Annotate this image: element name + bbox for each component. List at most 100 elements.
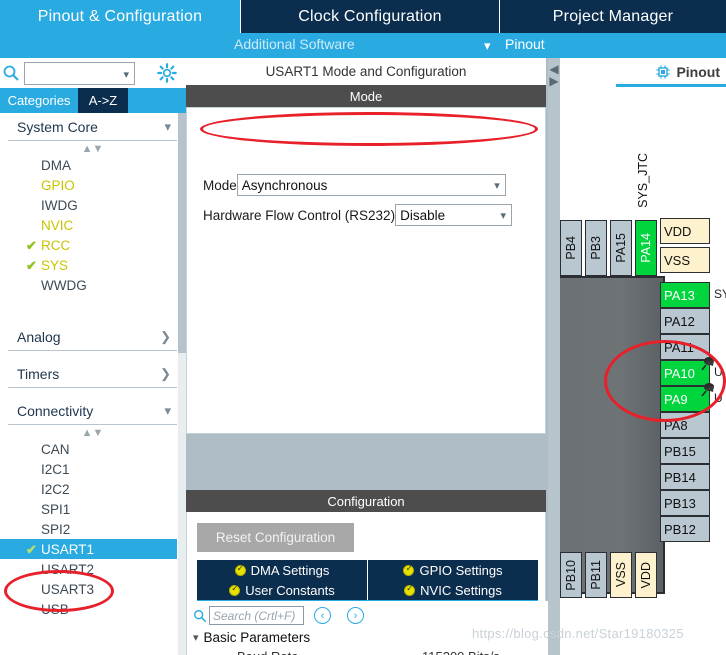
check-icon: ✔ (26, 542, 37, 557)
pin-signal-pa9: U (714, 391, 723, 405)
sidebar-group-header[interactable]: Timers ❯ (8, 360, 177, 388)
tab-categories-label: Categories (7, 93, 71, 108)
sidebar-item-label: SPI2 (41, 521, 71, 537)
check-badge-icon (404, 583, 416, 596)
pin-label: PB11 (589, 560, 603, 590)
sidebar-item-nvic[interactable]: NVIC (8, 215, 177, 235)
reset-configuration-button[interactable]: Reset Configuration (197, 523, 354, 552)
tab-user-constants-label: User Constants (245, 582, 335, 598)
tab-project-manager[interactable]: Project Manager (500, 0, 726, 33)
sidebar-item-usart2[interactable]: USART2 (8, 559, 177, 579)
panel-splitter[interactable]: ◀ ▶ (548, 58, 560, 655)
sidebar-item-usart3[interactable]: USART3 (8, 579, 177, 599)
additional-software-button[interactable]: Additional Software (234, 36, 355, 52)
pin-label: PA8 (664, 417, 688, 433)
param-group-basic-parameters[interactable]: ▾ Basic Parameters (193, 630, 310, 645)
chip-body: x (560, 276, 665, 594)
pin-pa15[interactable]: PA15 (610, 220, 632, 276)
tab-gpio-settings[interactable]: GPIO Settings (368, 560, 538, 580)
pin-label: VDD (664, 223, 692, 239)
pin-vdd-right[interactable]: VDD (660, 218, 710, 244)
sidebar-item-i2c1[interactable]: I2C1 (8, 459, 177, 479)
sidebar-item-iwdg[interactable]: IWDG (8, 195, 177, 215)
hardware-flow-control-dropdown[interactable]: Disable ▾ (395, 204, 513, 226)
param-row-baud-rate-name[interactable]: Baud Rate (237, 649, 298, 655)
pinout-tab-underline (616, 84, 726, 87)
pin-label: PB4 (564, 236, 578, 260)
tab-user-constants[interactable]: User Constants (197, 580, 368, 600)
sidebar-item-dma[interactable]: DMA (8, 155, 177, 175)
sidebar-group-system-core: System Core ▾ ▲▼ DMA GPIO IWDG NVIC ✔ RC… (8, 113, 177, 295)
pin-signal-pa10: U (714, 365, 723, 379)
pin-pa14[interactable]: PA14 (635, 220, 657, 276)
pin-pb3[interactable]: PB3 (585, 220, 607, 276)
sidebar-item-label: SYS (41, 257, 69, 273)
sidebar-group-header[interactable]: Analog ❯ (8, 323, 177, 351)
sidebar-item-label: DMA (41, 157, 71, 173)
check-badge-icon (229, 583, 241, 596)
pinout-view-tab[interactable]: Pinout (649, 60, 726, 84)
sidebar-group-header[interactable]: Connectivity ▾ (8, 397, 177, 425)
sidebar-item-usb[interactable]: USB (8, 599, 177, 619)
chevron-down-icon: ▾ (193, 632, 199, 644)
sidebar-item-gpio[interactable]: GPIO (8, 175, 177, 195)
pin-pb10[interactable]: PB10 (560, 552, 582, 598)
peripheral-search-input[interactable]: ▾ (24, 62, 135, 85)
gear-icon[interactable] (157, 63, 177, 83)
pin-label: PB15 (664, 443, 696, 459)
mode-field-label: Mode (203, 177, 237, 193)
sidebar-scrollbar[interactable] (178, 113, 186, 655)
check-icon: ✔ (26, 258, 37, 273)
sys-jtc-label: SYS_JTC (636, 153, 650, 208)
chip-icon (656, 65, 670, 79)
sidebar-group-header[interactable]: System Core ▾ (8, 113, 177, 141)
sidebar-item-wwdg[interactable]: WWDG (8, 275, 177, 295)
pin-vdd-bottom[interactable]: VDD (635, 552, 657, 598)
search-icon (3, 65, 19, 81)
sidebar-group-label: System Core (17, 118, 98, 135)
sidebar-item-sys[interactable]: ✔ SYS (8, 255, 177, 275)
scroll-spinner-icon[interactable]: ▲▼ (8, 141, 177, 155)
pin-pb14[interactable]: PB14 (660, 464, 710, 490)
next-button[interactable]: › (347, 607, 364, 624)
pin-pa12[interactable]: PA12 (660, 308, 710, 334)
pin-pa13[interactable]: PA13 (660, 282, 710, 308)
parameter-search-input[interactable]: Search (Crtl+F) (209, 606, 304, 625)
pin-pb15[interactable]: PB15 (660, 438, 710, 464)
pin-pa8[interactable]: PA8 (660, 412, 710, 438)
tab-nvic-settings[interactable]: NVIC Settings (368, 580, 538, 600)
param-row-baud-rate-value[interactable]: 115200 Bits/s (422, 649, 500, 655)
previous-button[interactable]: ‹ (314, 607, 331, 624)
panel-title-label: USART1 Mode and Configuration (265, 64, 467, 79)
pinout-dropdown-button[interactable]: Pinout (505, 36, 545, 52)
sidebar-scrollbar-thumb[interactable] (178, 113, 186, 353)
tab-dma-settings[interactable]: DMA Settings (197, 560, 368, 580)
settings-tab-row: User Constants NVIC Settings (197, 580, 538, 600)
sidebar-item-usart1[interactable]: ✔ USART1 (0, 539, 177, 559)
sidebar-item-spi1[interactable]: SPI1 (8, 499, 177, 519)
chevron-right-icon: ❯ (160, 329, 171, 344)
pin-label: VSS (614, 562, 628, 588)
pin-pb12[interactable]: PB12 (660, 516, 710, 542)
tab-clock-configuration[interactable]: Clock Configuration (241, 0, 499, 33)
hardware-flow-control-label: Hardware Flow Control (RS232) (203, 207, 396, 223)
pin-pb11[interactable]: PB11 (585, 552, 607, 598)
sidebar-search-row: ▾ (0, 58, 186, 88)
pin-pb13[interactable]: PB13 (660, 490, 710, 516)
tab-a-to-z[interactable]: A->Z (78, 88, 128, 113)
sidebar-mode-tabs: Categories A->Z (0, 88, 186, 113)
scroll-spinner-icon[interactable]: ▲▼ (8, 425, 177, 439)
pin-vss-bottom[interactable]: VSS (610, 552, 632, 598)
sidebar-item-rcc[interactable]: ✔ RCC (8, 235, 177, 255)
check-badge-icon (403, 563, 415, 576)
pin-pb4[interactable]: PB4 (560, 220, 582, 276)
sidebar-item-spi2[interactable]: SPI2 (8, 519, 177, 539)
pin-label: PB12 (664, 521, 696, 537)
tab-pinout-configuration[interactable]: Pinout & Configuration (0, 0, 240, 33)
tab-categories[interactable]: Categories (0, 88, 78, 113)
mode-dropdown[interactable]: Asynchronous ▾ (236, 174, 506, 196)
expand-right-icon[interactable]: ▶ (548, 74, 560, 88)
sidebar-item-i2c2[interactable]: I2C2 (8, 479, 177, 499)
sidebar-item-can[interactable]: CAN (8, 439, 177, 459)
pin-vss-right[interactable]: VSS (660, 247, 710, 273)
